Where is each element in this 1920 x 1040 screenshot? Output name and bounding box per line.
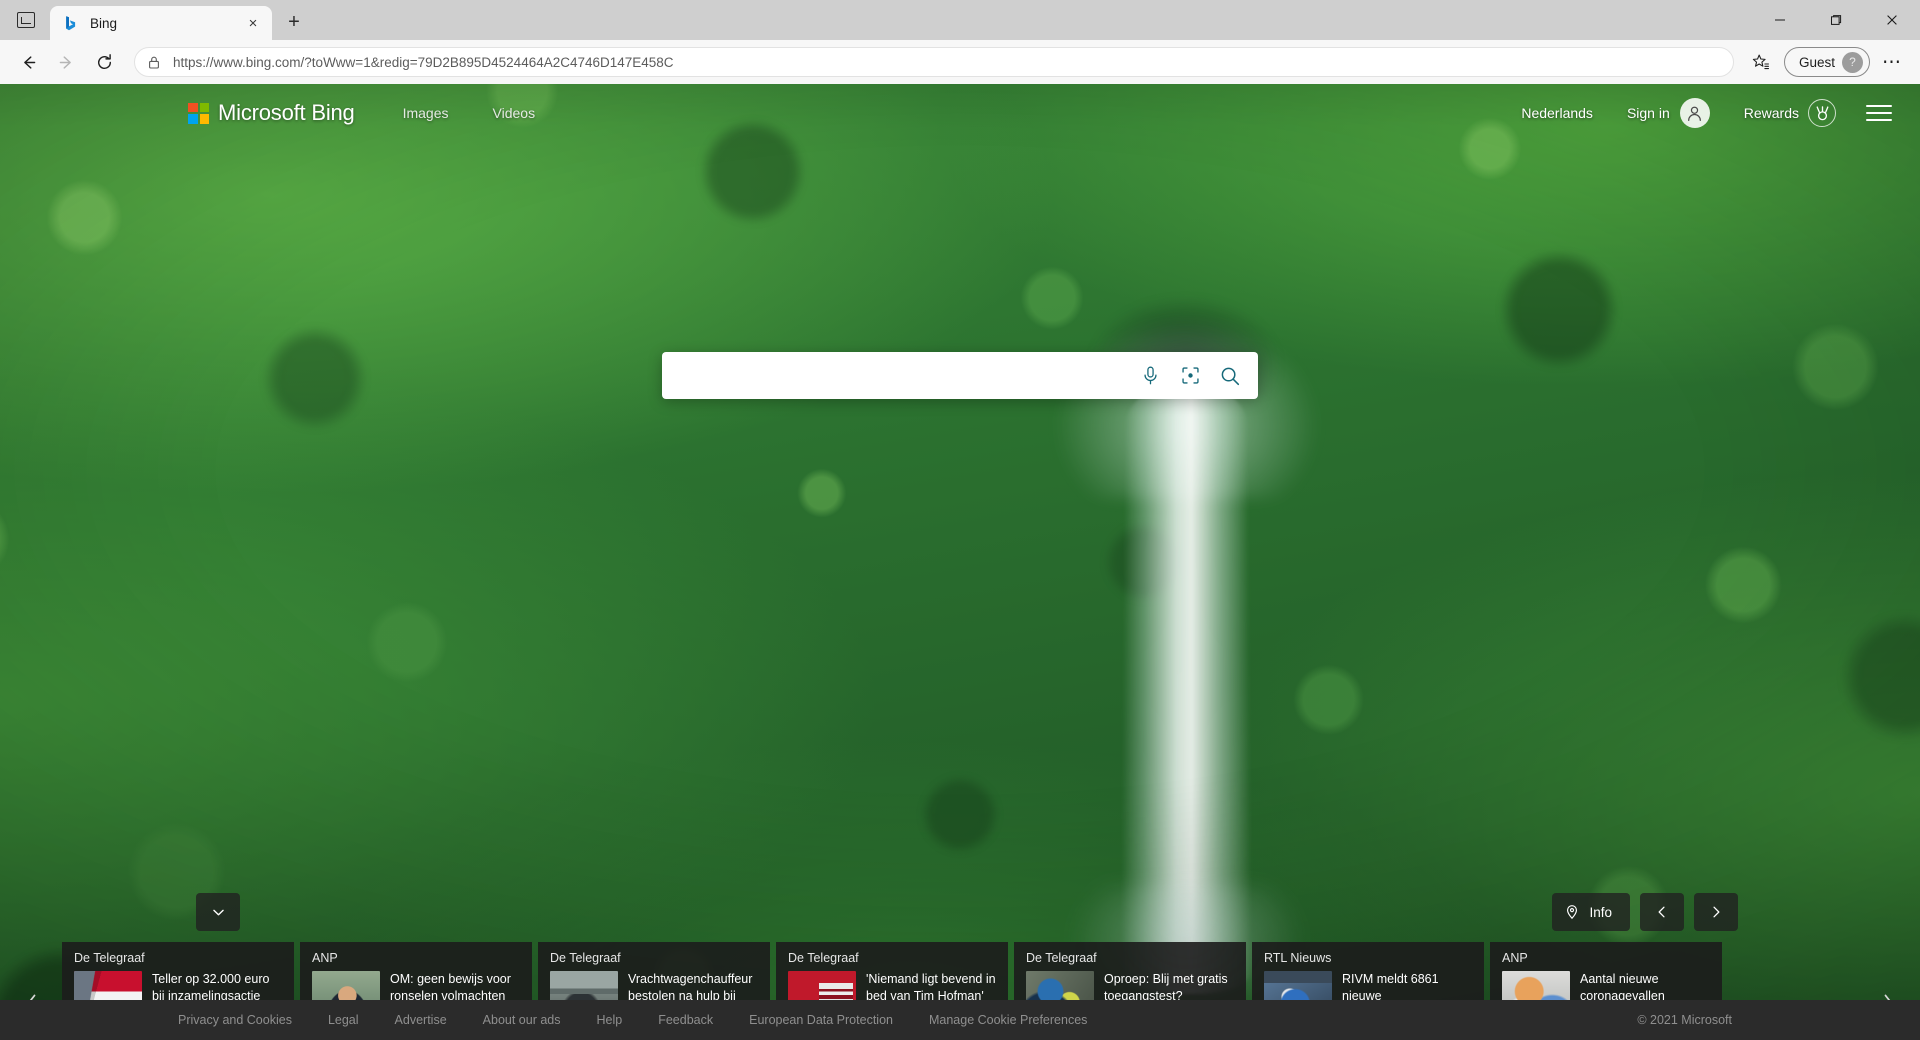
new-tab-button[interactable]: + [278, 7, 310, 37]
reload-button[interactable] [86, 44, 122, 80]
footer-link-feedback[interactable]: Feedback [658, 1013, 713, 1027]
bing-wordmark: Microsoft Bing [218, 100, 355, 125]
image-controls-row: Info [0, 890, 1920, 934]
news-card-source: De Telegraaf [74, 951, 145, 965]
close-window-button[interactable] [1864, 0, 1920, 40]
back-button[interactable] [10, 44, 46, 80]
tab-title: Bing [90, 15, 118, 31]
minimize-button[interactable] [1752, 0, 1808, 40]
footer-link-advertise[interactable]: Advertise [395, 1013, 447, 1027]
sign-in-button[interactable]: Sign in [1627, 98, 1710, 128]
visual-search-icon[interactable] [1170, 356, 1210, 396]
address-bar[interactable]: https://www.bing.com/?toWww=1&redig=79D2… [134, 47, 1734, 77]
bing-nav: Images Videos [403, 105, 579, 121]
news-card-source: De Telegraaf [550, 951, 621, 965]
rewards-medal-icon [1808, 99, 1836, 127]
profile-avatar-icon: ? [1842, 51, 1863, 73]
bing-logo[interactable]: Microsoft Bing [188, 100, 355, 126]
footer-link-manage-cookie-preferences[interactable]: Manage Cookie Preferences [929, 1013, 1087, 1027]
rewards-label: Rewards [1743, 105, 1799, 121]
footer-link-privacy[interactable]: Privacy and Cookies [178, 1013, 292, 1027]
footer-link-help[interactable]: Help [597, 1013, 623, 1027]
footer-link-legal[interactable]: Legal [328, 1013, 359, 1027]
profile-label: Guest [1798, 54, 1835, 70]
news-card-source: De Telegraaf [1026, 951, 1097, 965]
tab-actions-icon [17, 12, 35, 28]
nav-link-images[interactable]: Images [403, 105, 449, 121]
url-text[interactable]: https://www.bing.com/?toWww=1&redig=79D2… [173, 55, 674, 70]
favorites-star-icon[interactable] [1744, 45, 1778, 79]
microphone-icon[interactable] [1130, 356, 1170, 396]
scroll-down-button[interactable] [196, 893, 240, 931]
footer-link-european-data-protection[interactable]: European Data Protection [749, 1013, 893, 1027]
tab-close-icon[interactable]: × [242, 12, 264, 34]
bing-favicon-icon [62, 15, 79, 32]
browser-window: Bing × + https://www.bing.com/?toWww=1&r… [0, 0, 1920, 1040]
search-input[interactable] [678, 352, 1130, 399]
browser-tab-bing[interactable]: Bing × [50, 6, 272, 40]
location-pin-icon [1564, 904, 1580, 920]
search-submit-icon[interactable] [1210, 356, 1250, 396]
site-info-lock-icon[interactable] [147, 55, 161, 70]
hamburger-menu-icon[interactable] [1866, 105, 1892, 121]
bing-header: Microsoft Bing Images Videos Nederlands … [0, 84, 1920, 142]
news-card-source: RTL Nieuws [1264, 951, 1332, 965]
browser-toolbar: https://www.bing.com/?toWww=1&redig=79D2… [0, 40, 1920, 84]
rewards-button[interactable]: Rewards [1744, 99, 1836, 127]
image-info-label: Info [1589, 904, 1612, 920]
account-avatar-icon [1679, 98, 1710, 128]
bing-header-right: Nederlands Sign in Rewards [1521, 98, 1892, 128]
tab-strip: Bing × + [0, 0, 1920, 40]
news-card-source: De Telegraaf [788, 951, 859, 965]
window-controls [1752, 0, 1920, 40]
page-viewport: Microsoft Bing Images Videos Nederlands … [0, 84, 1920, 1040]
footer-link-about-our-ads[interactable]: About our ads [483, 1013, 561, 1027]
previous-image-button[interactable] [1640, 893, 1684, 931]
page-footer: Privacy and Cookies Legal Advertise Abou… [0, 1000, 1920, 1040]
search-area [662, 352, 1258, 399]
forward-button[interactable] [48, 44, 84, 80]
footer-copyright: © 2021 Microsoft [1637, 1013, 1732, 1027]
search-box[interactable] [662, 352, 1258, 399]
image-info-button[interactable]: Info [1552, 893, 1630, 931]
browser-settings-more-icon[interactable]: ⋯ [1874, 44, 1910, 80]
next-image-button[interactable] [1694, 893, 1738, 931]
microsoft-logo-icon [188, 102, 209, 124]
sign-in-label: Sign in [1626, 105, 1670, 121]
language-selector[interactable]: Nederlands [1521, 105, 1593, 121]
nav-link-videos[interactable]: Videos [493, 105, 536, 121]
news-card-source: ANP [1502, 951, 1528, 965]
maximize-button[interactable] [1808, 0, 1864, 40]
profile-button[interactable]: Guest ? [1783, 47, 1870, 77]
tab-actions-button[interactable] [6, 3, 46, 37]
news-card-source: ANP [312, 951, 338, 965]
